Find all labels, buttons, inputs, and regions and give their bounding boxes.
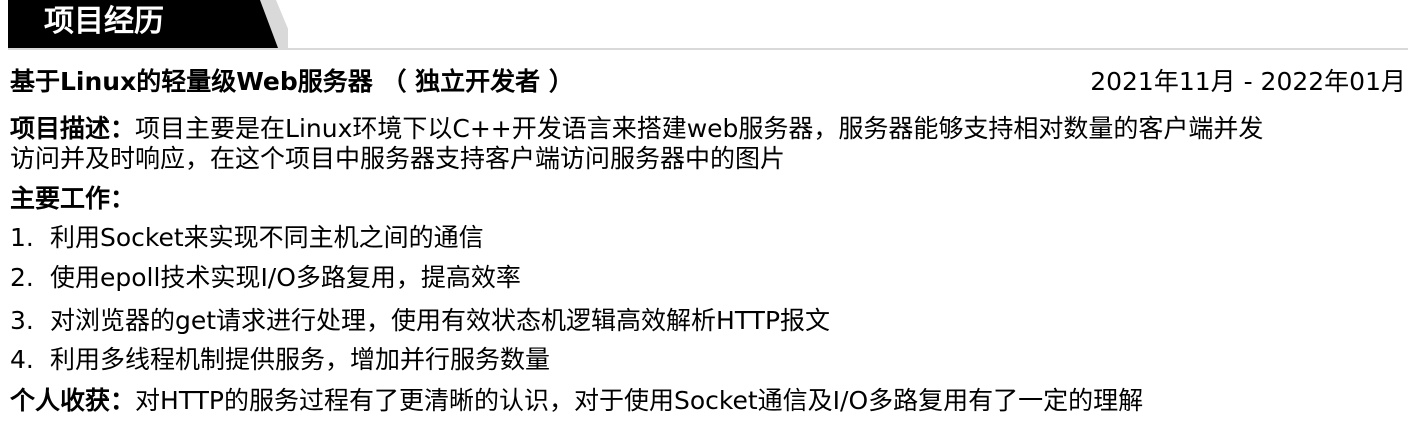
description-text-line1: 项目主要是在Linux环境下以C++开发语言来搭建web服务器，服务器能够支持相… <box>135 114 1264 143</box>
list-item-number: 2. <box>10 263 34 292</box>
project-heading: 基于Linux的轻量级Web服务器 （ 独立开发者 ） 2021年11月 - 2… <box>10 64 1406 100</box>
list-item: 4. 利用多线程机制提供服务，增加并行服务数量 <box>10 342 550 378</box>
gain-label: 个人收获： <box>10 386 136 415</box>
list-item: 2. 使用epoll技术实现I/O多路复用，提高效率 <box>10 260 521 296</box>
list-item-number: 1. <box>10 223 34 252</box>
work-label: 主要工作： <box>10 184 136 213</box>
project-description-continued: 访问并及时响应，在这个项目中服务器支持客户端访问服务器中的图片 <box>10 141 785 177</box>
section-title: 项目经历 <box>44 4 164 39</box>
list-item-number: 4. <box>10 345 34 374</box>
list-item-text: 使用epoll技术实现I/O多路复用，提高效率 <box>50 263 521 292</box>
description-label: 项目描述： <box>10 114 136 143</box>
list-item: 1. 利用Socket来实现不同主机之间的通信 <box>10 220 484 256</box>
header-divider <box>8 48 1408 50</box>
section-header: 项目经历 <box>0 0 1410 52</box>
gain-text: 对HTTP的服务过程有了更清晰的认识，对于使用Socket通信及I/O多路复用有… <box>135 386 1144 415</box>
project-name: 基于Linux的轻量级Web服务器 （ 独立开发者 ） <box>10 67 574 96</box>
description-text-line2: 访问并及时响应，在这个项目中服务器支持客户端访问服务器中的图片 <box>10 144 786 173</box>
project-date: 2021年11月 - 2022年01月 <box>1090 67 1406 96</box>
personal-gain: 个人收获：对HTTP的服务过程有了更清晰的认识，对于使用Socket通信及I/O… <box>10 383 1143 419</box>
list-item: 3. 对浏览器的get请求进行处理，使用有效状态机逻辑高效解析HTTP报文 <box>10 303 830 339</box>
list-item-text: 对浏览器的get请求进行处理，使用有效状态机逻辑高效解析HTTP报文 <box>50 306 831 335</box>
list-item-text: 利用多线程机制提供服务，增加并行服务数量 <box>50 345 551 374</box>
list-item-text: 利用Socket来实现不同主机之间的通信 <box>50 223 484 252</box>
list-item-number: 3. <box>10 306 34 335</box>
